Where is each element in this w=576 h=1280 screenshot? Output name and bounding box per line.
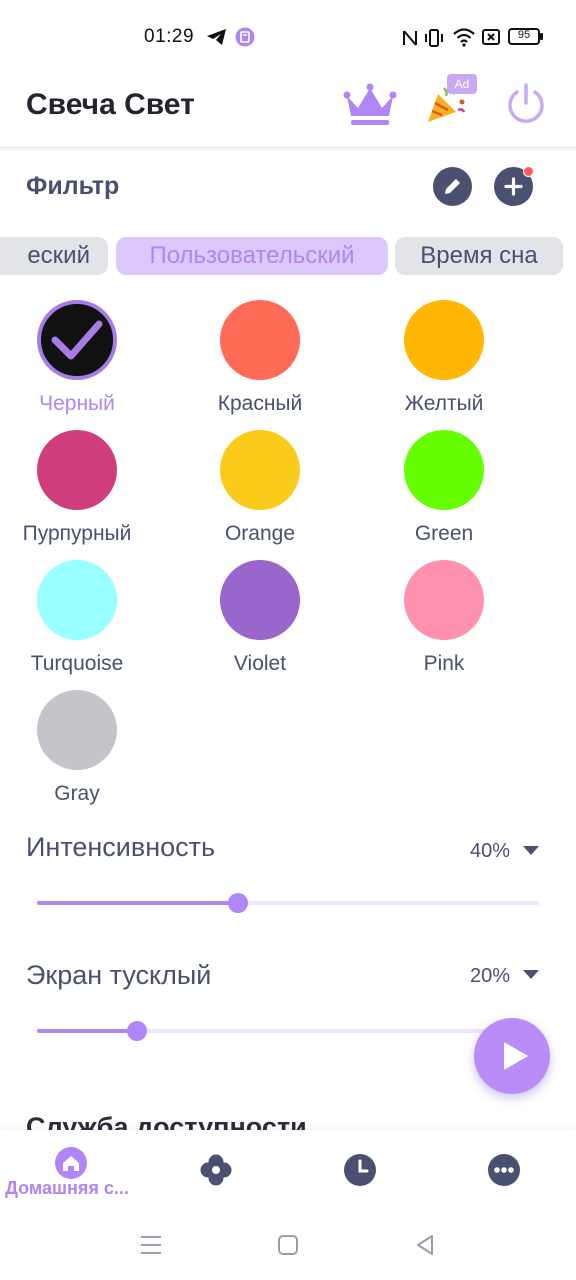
power-icon[interactable] — [505, 82, 547, 124]
edit-icon — [445, 179, 460, 194]
filter-section-title: Фильтр — [26, 172, 120, 200]
home-icon — [55, 1147, 87, 1179]
color-swatch — [404, 560, 484, 640]
nav-home[interactable]: Домашняя с... — [0, 1130, 144, 1210]
color-label: Orange — [224, 522, 296, 545]
tab-custom-label: Пользовательский — [149, 242, 355, 269]
wifi-icon — [453, 28, 475, 47]
color-swatch — [220, 430, 300, 510]
intensity-label: Интенсивность — [26, 832, 216, 862]
flower-icon — [200, 1154, 232, 1186]
color-label: Gray — [54, 782, 100, 805]
bottom-nav: Домашняя с... — [0, 1130, 576, 1210]
dim-slider[interactable] — [37, 1021, 539, 1041]
color-label: Violet — [233, 652, 287, 675]
add-filter-button[interactable] — [494, 166, 534, 206]
filter-tabs: еский Пользовательский Время сна — [0, 237, 576, 275]
color-option-pink[interactable]: Pink — [352, 560, 536, 680]
dim-dropdown-icon[interactable] — [523, 970, 539, 979]
color-label: Pink — [423, 652, 465, 675]
color-swatch — [404, 430, 484, 510]
color-swatch — [37, 560, 117, 640]
battery-level: 95 — [517, 29, 531, 41]
color-option-black[interactable]: Черный — [0, 300, 169, 420]
edit-filter-button[interactable] — [433, 167, 472, 206]
color-option-purple[interactable]: Пурпурный — [0, 430, 169, 550]
color-label: Пурпурный — [22, 522, 132, 545]
play-button[interactable] — [474, 1018, 550, 1094]
add-icon — [504, 177, 523, 196]
dim-label: Экран тусклый — [26, 960, 212, 990]
tab-sleep[interactable]: Время сна — [395, 237, 563, 275]
intensity-slider-thumb[interactable] — [227, 893, 248, 913]
telegram-icon — [207, 29, 226, 45]
battery-icon: 95 — [508, 28, 543, 45]
vibrate-icon — [425, 29, 443, 47]
color-label: Черный — [39, 392, 115, 415]
play-icon — [504, 1042, 528, 1070]
color-option-violet[interactable]: Violet — [168, 560, 352, 680]
color-swatch — [37, 690, 117, 770]
nfc-icon — [403, 30, 417, 46]
more-icon — [488, 1154, 520, 1186]
tab-sleep-label: Время сна — [420, 242, 538, 269]
tab-custom[interactable]: Пользовательский — [116, 237, 388, 275]
system-nav-bar — [0, 1210, 576, 1280]
app-title: Свеча Свет — [26, 88, 195, 121]
color-label: Желтый — [404, 392, 484, 415]
nav-home-label: Домашняя с... — [5, 1178, 129, 1198]
crown-icon[interactable] — [343, 82, 397, 128]
color-swatch — [37, 430, 117, 510]
color-swatch — [220, 560, 300, 640]
tab-classic-label: еский — [27, 242, 90, 269]
intensity-value: 40% — [469, 840, 510, 862]
app-notification-icon — [235, 27, 255, 47]
app-header: Свеча Свет Ad — [0, 74, 576, 148]
color-option-orange[interactable]: Orange — [168, 430, 352, 550]
notification-dot — [523, 166, 534, 177]
ad-badge: Ad — [447, 74, 477, 94]
color-label: Turquoise — [30, 652, 124, 675]
intensity-slider-fill — [37, 901, 238, 905]
intensity-slider[interactable] — [37, 893, 539, 913]
dim-slider-thumb[interactable] — [127, 1021, 148, 1041]
dim-slider-fill — [37, 1029, 138, 1033]
color-option-gray[interactable]: Gray — [0, 690, 169, 810]
dim-value: 20% — [469, 965, 510, 987]
nav-filters[interactable] — [144, 1130, 288, 1210]
color-label: Green — [414, 522, 474, 545]
status-time: 01:29 — [144, 26, 195, 47]
home-square-icon[interactable] — [277, 1234, 299, 1256]
color-option-red[interactable]: Красный — [168, 300, 352, 420]
color-label: Красный — [217, 392, 303, 415]
color-option-yellow[interactable]: Желтый — [352, 300, 536, 420]
clock-icon — [344, 1154, 376, 1186]
back-icon[interactable] — [414, 1234, 436, 1256]
color-swatch — [404, 300, 484, 380]
ad-reward-button[interactable]: Ad — [420, 74, 480, 134]
menu-icon[interactable] — [140, 1234, 162, 1256]
color-option-green[interactable]: Green — [352, 430, 536, 550]
nav-schedule[interactable] — [288, 1130, 432, 1210]
tab-classic[interactable]: еский — [0, 237, 108, 275]
color-swatch — [220, 300, 300, 380]
color-option-turquoise[interactable]: Turquoise — [0, 560, 169, 680]
checkmark-icon — [51, 320, 103, 360]
intensity-dropdown-icon[interactable] — [523, 846, 539, 855]
nav-more[interactable] — [432, 1130, 576, 1210]
status-bar: 01:29 95 — [0, 0, 576, 74]
color-swatch — [37, 300, 117, 380]
sim-off-icon — [482, 29, 500, 45]
